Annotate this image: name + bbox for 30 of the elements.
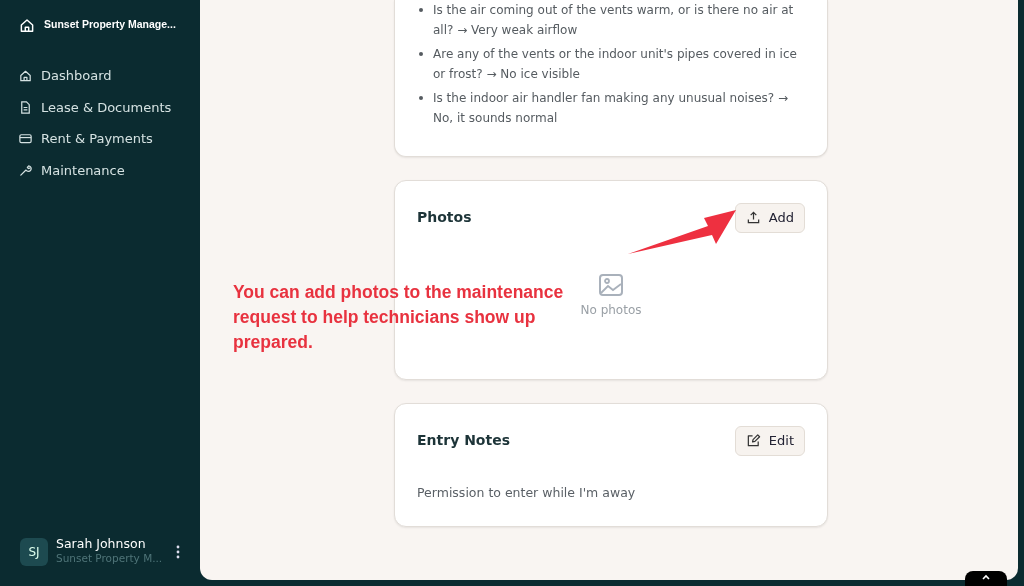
bullet-item: Are any of the vents or the indoor unit's pipes covered in ice or frost? → No ice visible (433, 46, 798, 83)
bullet-item: Is the indoor air handler fan making any unusual noises? → No, it sounds normal (433, 90, 789, 127)
add-button[interactable]: Add (734, 203, 805, 233)
home-icon (18, 16, 36, 34)
image-icon (598, 272, 624, 297)
bullet-dot (419, 52, 423, 56)
bullet-dot (419, 8, 423, 12)
sidebar-item[interactable]: Dashboard (0, 60, 200, 92)
sidebar-item[interactable]: Maintenance (0, 154, 200, 186)
edit-button[interactable]: Edit (734, 426, 805, 456)
empty-state-text: No photos (580, 301, 642, 319)
more-options-icon[interactable] (176, 544, 180, 559)
scroll-top-button[interactable] (965, 571, 1007, 586)
upload-icon (745, 210, 761, 226)
home-icon (18, 68, 33, 84)
sidebar-item[interactable]: Rent & Payments (0, 123, 200, 155)
user-organization: Sunset Property M... (56, 551, 164, 567)
card-title: Entry Notes (417, 431, 510, 451)
annotation-text: You can add photos to the maintenance request to help technicians show up prepared. (233, 281, 565, 354)
bullet-dot (419, 96, 423, 100)
user-name: Sarah Johnson (56, 536, 147, 552)
sidebar-item[interactable]: Lease & Documents (0, 91, 200, 123)
user-avatar: SJ (20, 537, 48, 566)
card-title: Photos (417, 208, 472, 228)
wrench-icon (18, 162, 33, 178)
document-icon (18, 99, 33, 115)
entry-note-text: Permission to enter while I'm away (417, 483, 637, 502)
brand-name: Sunset Property Manage... (44, 17, 176, 33)
edit-icon (745, 433, 761, 449)
bullet-item: Is the air coming out of the vents warm, or is there no air at all? → Very weak airflow (433, 2, 795, 39)
